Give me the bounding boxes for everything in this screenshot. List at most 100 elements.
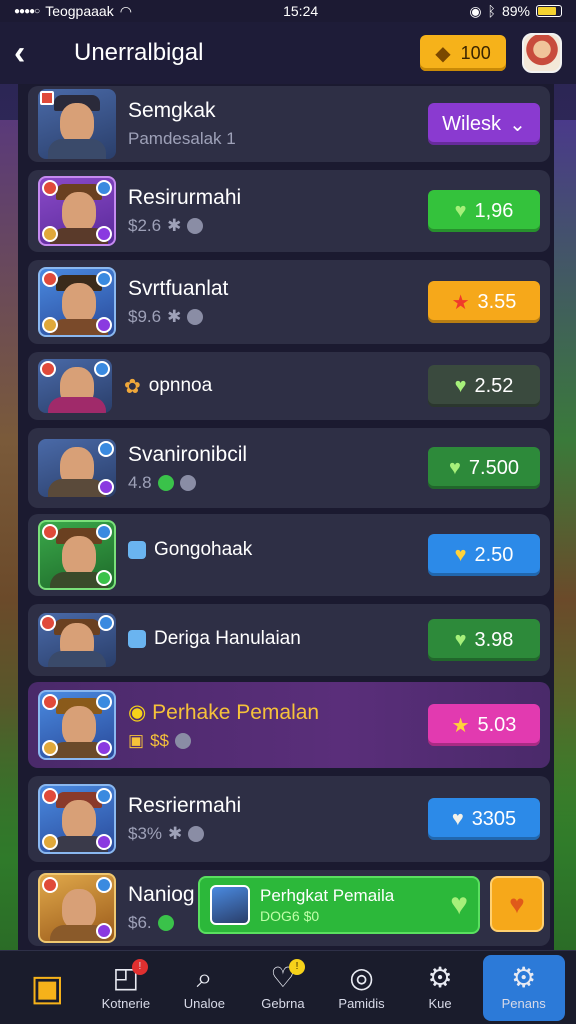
- item-subtitle: 4.8: [128, 473, 428, 493]
- price-button[interactable]: ♥ 3.98: [428, 619, 540, 661]
- item-name-row: ◉ Perhake Pemalan: [128, 700, 428, 725]
- promo-subtitle: DOG6 $0: [260, 908, 320, 924]
- battery-percent: 89%: [501, 3, 530, 19]
- button-label: 2.50: [474, 543, 514, 566]
- back-button[interactable]: ‹: [14, 34, 54, 73]
- item-subtitle: $6.: [128, 913, 208, 933]
- coin-amount: 100: [460, 42, 491, 63]
- chevron-down-icon: ⌄: [509, 113, 526, 136]
- button-label: 7.500: [468, 456, 519, 479]
- rank-icon: [40, 91, 54, 105]
- list-item[interactable]: Naniog $6. Perhgkat Pemaila DOG6 $0 ♥ ♥: [28, 870, 550, 946]
- gem-icon: [128, 629, 146, 648]
- info-icon: [187, 309, 204, 325]
- item-rating: 4.8: [128, 473, 152, 492]
- info-icon: [188, 826, 205, 842]
- tab-unaloe[interactable]: ⌕ Unaloe: [168, 955, 240, 1021]
- item-name-row: Deriga Hanulaian: [128, 628, 301, 650]
- chest-icon: ▣: [128, 730, 145, 750]
- character-thumbnail: [38, 267, 116, 337]
- item-subtitle: $9.6 ✱: [128, 307, 428, 327]
- button-label: 5.03: [477, 713, 517, 736]
- favorite-button[interactable]: ♥: [490, 876, 544, 932]
- item-name: Deriga Hanulaian: [154, 627, 301, 649]
- tab-penans[interactable]: ⚙ Penans: [482, 954, 565, 1021]
- price-button[interactable]: ★ 5.03: [428, 704, 540, 746]
- price-button[interactable]: ♥ 1,96: [428, 190, 540, 232]
- sparkle-icon: ✱: [167, 307, 182, 326]
- item-price: $6.: [128, 913, 152, 932]
- tab-label: Kue: [428, 996, 452, 1011]
- flower-icon: ✿: [124, 375, 141, 398]
- promo-banner[interactable]: Perhgkat Pemaila DOG6 $0 ♥: [198, 876, 480, 934]
- item-price: $9.6: [128, 307, 162, 326]
- promo-avatar: [210, 885, 250, 925]
- button-label: 3305: [471, 807, 517, 830]
- heart-icon: ♥: [454, 374, 467, 397]
- item-info: ✿ opnnoa: [124, 374, 428, 399]
- heart-icon: ♥: [454, 199, 467, 222]
- featured-list-item[interactable]: ◉ Perhake Pemalan ▣ $$ ★ 5.03: [28, 682, 550, 768]
- button-label: Wilesk: [442, 112, 502, 135]
- character-thumbnail: [38, 439, 116, 497]
- avatar[interactable]: [522, 33, 562, 73]
- price-button[interactable]: ♥ 2.52: [428, 365, 540, 407]
- info-icon: [179, 475, 196, 491]
- button-label: 1,96: [474, 199, 514, 222]
- promo-title: Perhgkat Pemaila: [260, 886, 395, 905]
- dropdown-button[interactable]: Wilesk ⌄: [428, 103, 540, 145]
- tab-pamidis[interactable]: ◎ Pamidis: [326, 955, 398, 1021]
- bottom-tab-bar: ▣ ◰ ! Kotnerie ⌕ Unaloe ♡ ! Gebrna ◎ Pam…: [0, 950, 576, 1024]
- item-info: Svanironibcil 4.8: [128, 443, 428, 493]
- heart-icon: ♥: [454, 543, 467, 566]
- tab-kotnerie[interactable]: ◰ ! Kotnerie: [90, 955, 162, 1021]
- character-thumbnail: [38, 784, 116, 854]
- tab-gebrna[interactable]: ♡ ! Gebrna: [247, 955, 319, 1021]
- coin-icon: ◆: [435, 42, 451, 65]
- list-item[interactable]: ✿ opnnoa ♥ 2.52: [28, 352, 550, 420]
- status-right: ◉ ᛒ 89%: [469, 3, 562, 20]
- item-price: $3%: [128, 824, 163, 843]
- tab-label: Kotnerie: [101, 996, 151, 1011]
- list-item[interactable]: Svrtfuanlat $9.6 ✱ ★ 3.55: [28, 260, 550, 344]
- character-thumbnail: [38, 89, 116, 159]
- sparkle-icon: ✱: [168, 824, 183, 843]
- item-info: Svrtfuanlat $9.6 ✱: [128, 277, 428, 327]
- header-bar: ‹ Unerralbigal ◆ 100: [0, 22, 576, 84]
- tab-gift[interactable]: ▣: [11, 955, 83, 1021]
- item-price: $2.6: [128, 216, 162, 235]
- list-item[interactable]: Resirurmahi $2.6 ✱ ♥ 1,96: [28, 170, 550, 252]
- character-thumbnail: [38, 690, 116, 760]
- item-name: Resirurmahi: [128, 186, 242, 209]
- gem-icon: [128, 541, 146, 559]
- tab-kue[interactable]: ⚙ Kue: [404, 955, 476, 1021]
- list-item[interactable]: Resriermahi $3% ✱ ♥ 3305: [28, 776, 550, 862]
- battery-icon: [535, 5, 562, 17]
- item-subtitle-text: Pamdesalak 1: [128, 129, 236, 148]
- item-subtitle: $2.6 ✱: [128, 216, 428, 236]
- info-icon: [187, 218, 204, 234]
- price-button[interactable]: ♥ 7.500: [428, 447, 540, 489]
- item-name: Naniog: [128, 883, 195, 906]
- heart-icon: ♥: [449, 456, 461, 479]
- item-subtitle: $3% ✱: [128, 824, 428, 844]
- list-item[interactable]: Deriga Hanulaian ♥ 3.98: [28, 604, 550, 676]
- price-button[interactable]: ♥ 2.50: [428, 534, 540, 576]
- carrier-label: Teogpaaak: [45, 3, 114, 19]
- price-button[interactable]: ♥ 3305: [428, 798, 540, 840]
- price-button[interactable]: ★ 3.55: [428, 281, 540, 323]
- character-thumbnail: [38, 359, 112, 413]
- heart-icon: ♥: [451, 807, 464, 830]
- button-label: 3.55: [477, 290, 517, 313]
- coin-balance-button[interactable]: ◆ 100: [420, 35, 506, 71]
- character-thumbnail: [38, 873, 116, 943]
- pin-icon: ◉: [128, 700, 153, 724]
- promo-text: Perhgkat Pemaila DOG6 $0: [260, 886, 440, 924]
- list-item[interactable]: Gongohaak ♥ 2.50: [28, 514, 550, 596]
- list-item[interactable]: Semgkak Pamdesalak 1 Wilesk ⌄: [28, 86, 550, 162]
- item-subtitle: Pamdesalak 1: [128, 129, 428, 149]
- list-item[interactable]: Svanironibcil 4.8 ♥ 7.500: [28, 428, 550, 508]
- item-name: Perhake Pemalan: [152, 700, 320, 724]
- heart-icon: ♥: [454, 628, 467, 651]
- status-left: ●●●●○ Teogpaaak ◠: [14, 3, 132, 20]
